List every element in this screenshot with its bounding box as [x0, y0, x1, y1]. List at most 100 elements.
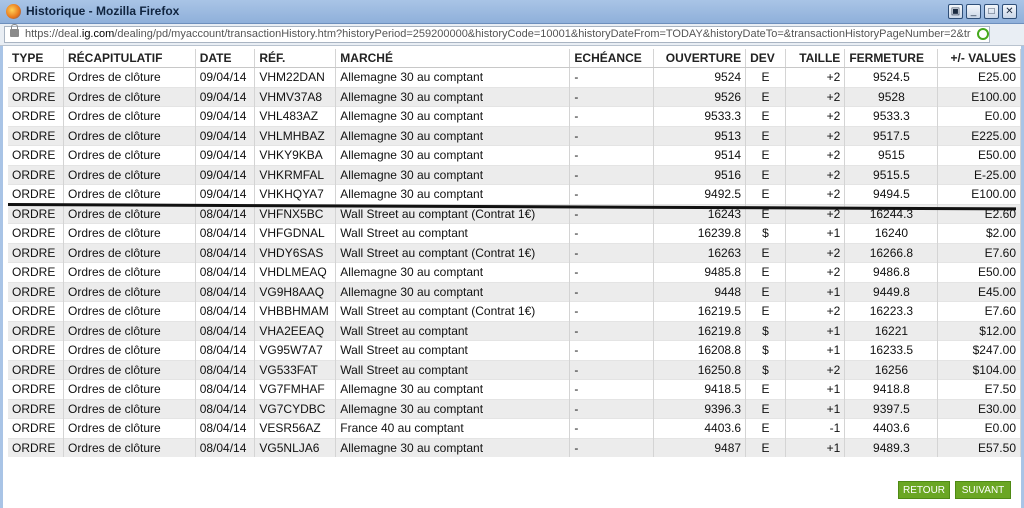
table-cell: 9494.5 [845, 185, 938, 205]
back-button[interactable]: RETOUR [898, 481, 950, 499]
table-cell: +2 [785, 185, 844, 205]
table-cell: 9448 [653, 282, 745, 302]
table-cell: Wall Street au comptant (Contrat 1€) [336, 243, 570, 263]
table-cell: - [570, 263, 653, 283]
table-cell: Ordres de clôture [63, 263, 195, 283]
table-cell: Ordres de clôture [63, 224, 195, 244]
table-cell: ORDRE [8, 126, 63, 146]
table-cell: E45.00 [938, 282, 1021, 302]
table-cell: - [570, 302, 653, 322]
table-cell: E7.50 [938, 380, 1021, 400]
table-cell: VG5NLJA6 [255, 438, 336, 457]
table-row[interactable]: ORDREOrdres de clôture08/04/14VG533FATWa… [8, 360, 1021, 380]
minimize-button[interactable]: _ [966, 4, 981, 19]
table-cell: - [570, 224, 653, 244]
table-cell: E7.60 [938, 302, 1021, 322]
table-row[interactable]: ORDREOrdres de clôture08/04/14VG95W7A7Wa… [8, 341, 1021, 361]
table-cell: 9533.3 [845, 107, 938, 127]
table-row[interactable]: ORDREOrdres de clôture08/04/14VHA2EEAQWa… [8, 321, 1021, 341]
table-row[interactable]: ORDREOrdres de clôture08/04/14VHDY6SASWa… [8, 243, 1021, 263]
table-cell: E [746, 263, 786, 283]
table-cell: 08/04/14 [195, 360, 255, 380]
table-cell: 08/04/14 [195, 419, 255, 439]
column-header: FERMETURE [845, 49, 938, 68]
table-row[interactable]: ORDREOrdres de clôture09/04/14VHKY9KBAAl… [8, 146, 1021, 166]
table-cell: VG95W7A7 [255, 341, 336, 361]
table-cell: ORDRE [8, 419, 63, 439]
table-cell: 9524.5 [845, 68, 938, 88]
table-cell: Ordres de clôture [63, 282, 195, 302]
table-cell: 16263 [653, 243, 745, 263]
column-header: RÉCAPITULATIF [63, 49, 195, 68]
table-cell: VHLMHBAZ [255, 126, 336, 146]
restore-window-icon[interactable]: ▣ [948, 4, 963, 19]
window-title: Historique - Mozilla Firefox [26, 4, 179, 18]
table-cell: $ [746, 360, 786, 380]
url-input[interactable]: https://deal.ig.com/dealing/pd/myaccount… [4, 26, 990, 43]
table-row[interactable]: ORDREOrdres de clôture08/04/14VHDLMEAQAl… [8, 263, 1021, 283]
table-cell: Ordres de clôture [63, 243, 195, 263]
table-cell: - [570, 126, 653, 146]
column-header: OUVERTURE [653, 49, 745, 68]
table-cell: Allemagne 30 au comptant [336, 185, 570, 205]
table-cell: VG7FMHAF [255, 380, 336, 400]
table-cell: 08/04/14 [195, 243, 255, 263]
table-cell: Ordres de clôture [63, 438, 195, 457]
table-row[interactable]: ORDREOrdres de clôture08/04/14VG5NLJA6Al… [8, 438, 1021, 457]
table-cell: - [570, 282, 653, 302]
table-cell: 9418.8 [845, 380, 938, 400]
table-row[interactable]: ORDREOrdres de clôture08/04/14VG7FMHAFAl… [8, 380, 1021, 400]
table-cell: 16223.3 [845, 302, 938, 322]
address-bar: https://deal.ig.com/dealing/pd/myaccount… [0, 24, 1024, 46]
table-cell: ORDRE [8, 146, 63, 166]
table-row[interactable]: ORDREOrdres de clôture09/04/14VHM22DANAl… [8, 68, 1021, 88]
table-cell: - [570, 185, 653, 205]
table-cell: 9533.3 [653, 107, 745, 127]
table-row[interactable]: ORDREOrdres de clôture08/04/14VG9H8AAQAl… [8, 282, 1021, 302]
window-titlebar: Historique - Mozilla Firefox ▣ _ □ ✕ [0, 0, 1024, 24]
table-cell: E [746, 419, 786, 439]
column-header: MARCHÉ [336, 49, 570, 68]
next-button[interactable]: SUIVANT [955, 481, 1011, 499]
table-cell: Ordres de clôture [63, 341, 195, 361]
table-row[interactable]: ORDREOrdres de clôture09/04/14VHKRMFALAl… [8, 165, 1021, 185]
table-cell: VG533FAT [255, 360, 336, 380]
table-cell: Ordres de clôture [63, 419, 195, 439]
table-row[interactable]: ORDREOrdres de clôture09/04/14VHL483AZAl… [8, 107, 1021, 127]
table-cell: ORDRE [8, 243, 63, 263]
table-cell: $247.00 [938, 341, 1021, 361]
table-row[interactable]: ORDREOrdres de clôture09/04/14VHMV37A8Al… [8, 87, 1021, 107]
table-cell: France 40 au comptant [336, 419, 570, 439]
table-cell: 9516 [653, 165, 745, 185]
table-row[interactable]: ORDREOrdres de clôture08/04/14VG7CYDBCAl… [8, 399, 1021, 419]
table-row[interactable]: ORDREOrdres de clôture08/04/14VHFGDNALWa… [8, 224, 1021, 244]
table-cell: Wall Street au comptant [336, 341, 570, 361]
table-cell: - [570, 146, 653, 166]
lock-icon [10, 29, 19, 37]
table-cell: Ordres de clôture [63, 380, 195, 400]
table-cell: VESR56AZ [255, 419, 336, 439]
table-row[interactable]: ORDREOrdres de clôture08/04/14VESR56AZFr… [8, 419, 1021, 439]
table-cell: E [746, 438, 786, 457]
column-header: DEV [746, 49, 786, 68]
table-cell: 09/04/14 [195, 146, 255, 166]
close-button[interactable]: ✕ [1002, 4, 1017, 19]
maximize-button[interactable]: □ [984, 4, 999, 19]
table-cell: ORDRE [8, 380, 63, 400]
table-cell: Allemagne 30 au comptant [336, 438, 570, 457]
table-row[interactable]: ORDREOrdres de clôture09/04/14VHKHQYA7Al… [8, 185, 1021, 205]
table-cell: - [570, 360, 653, 380]
table-cell: 16208.8 [653, 341, 745, 361]
table-cell: Allemagne 30 au comptant [336, 68, 570, 88]
table-row[interactable]: ORDREOrdres de clôture08/04/14VHBBHMAMWa… [8, 302, 1021, 322]
table-cell: E50.00 [938, 263, 1021, 283]
url-text: https://deal.ig.com/dealing/pd/myaccount… [25, 28, 971, 40]
table-cell: VG9H8AAQ [255, 282, 336, 302]
table-cell: Allemagne 30 au comptant [336, 107, 570, 127]
table-cell: 9515 [845, 146, 938, 166]
table-row[interactable]: ORDREOrdres de clôture09/04/14VHLMHBAZAl… [8, 126, 1021, 146]
table-cell: 16250.8 [653, 360, 745, 380]
table-cell: +1 [785, 282, 844, 302]
column-header: TAILLE [785, 49, 844, 68]
table-cell: 08/04/14 [195, 302, 255, 322]
